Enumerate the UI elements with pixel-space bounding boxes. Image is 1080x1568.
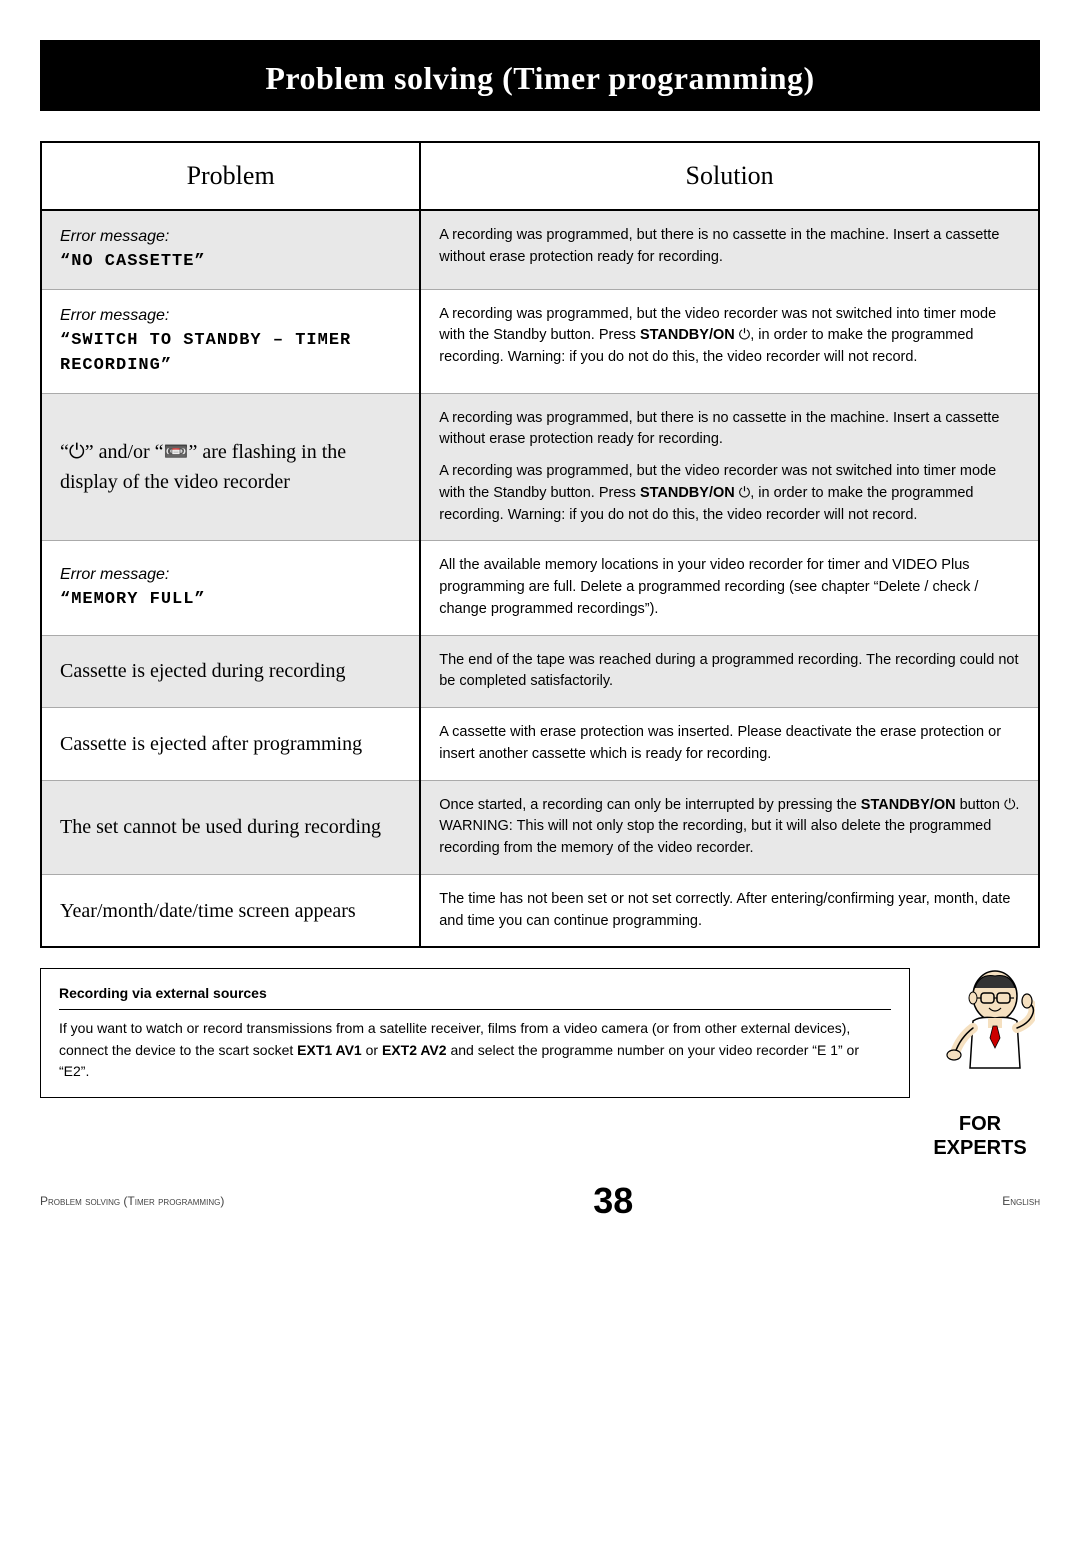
solution-text: All the available memory locations in yo… bbox=[439, 555, 1020, 620]
solution-text: Once started, a recording can only be in… bbox=[439, 795, 1020, 860]
problem-code: “Switch to Standby – Timer Recording” bbox=[60, 328, 401, 379]
problem-label: Error message: bbox=[60, 563, 401, 587]
problem-cell-cassette-ejected-programming: Cassette is ejected after programming bbox=[41, 708, 420, 781]
expert-figure: FOREXPERTS bbox=[910, 968, 1040, 1160]
problem-cell-flashing-icons: “⏻” and/or “📼” are flashing in the displ… bbox=[41, 393, 420, 541]
solution-cell-cassette-ejected-recording: The end of the tape was reached during a… bbox=[420, 635, 1039, 708]
table-row: The set cannot be used during recording O… bbox=[41, 780, 1039, 874]
problem-cell-no-cassette: Error message:“No Cassette” bbox=[41, 210, 420, 289]
table-row: Error message:“Switch to Standby – Timer… bbox=[41, 289, 1039, 393]
expert-illustration bbox=[925, 968, 1035, 1108]
table-row: Year/month/date/time screen appears The t… bbox=[41, 874, 1039, 947]
problem-cell-year-month: Year/month/date/time screen appears bbox=[41, 874, 420, 947]
problem-main: “⏻” and/or “📼” are flashing in the displ… bbox=[60, 437, 401, 497]
problem-label: Error message: bbox=[60, 304, 401, 328]
footer-right: English bbox=[1002, 1194, 1040, 1208]
solution-cell-flashing-icons: A recording was programmed, but there is… bbox=[420, 393, 1039, 541]
problem-code: “No Cassette” bbox=[60, 249, 401, 275]
solution-cell-year-month: The time has not been set or not set cor… bbox=[420, 874, 1039, 947]
solution-text: A cassette with erase protection was ins… bbox=[439, 722, 1020, 766]
page-title-bar: Problem solving (Timer programming) bbox=[40, 46, 1040, 111]
solution-cell-set-cannot-be-used: Once started, a recording can only be in… bbox=[420, 780, 1039, 874]
bottom-section: Recording via external sources If you wa… bbox=[40, 968, 1040, 1160]
solution-text: A recording was programmed, but there is… bbox=[439, 408, 1020, 452]
problem-main: Cassette is ejected during recording bbox=[60, 656, 401, 686]
footer-page-number: 38 bbox=[593, 1180, 633, 1222]
solution-text: A recording was programmed, but the vide… bbox=[439, 461, 1020, 526]
table-row: Cassette is ejected during recording The … bbox=[41, 635, 1039, 708]
solution-cell-switch-to-standby: A recording was programmed, but the vide… bbox=[420, 289, 1039, 393]
tip-box: Recording via external sources If you wa… bbox=[40, 968, 910, 1098]
solution-text: The end of the tape was reached during a… bbox=[439, 650, 1020, 694]
problem-main: The set cannot be used during recording bbox=[60, 812, 401, 842]
problem-label: Error message: bbox=[60, 225, 401, 249]
tip-box-title: Recording via external sources bbox=[59, 983, 891, 1010]
problem-col-header: Problem bbox=[41, 142, 420, 210]
problem-cell-cassette-ejected-recording: Cassette is ejected during recording bbox=[41, 635, 420, 708]
table-row: Error message:“Memory Full” All the avail… bbox=[41, 541, 1039, 635]
page-title: Problem solving (Timer programming) bbox=[70, 60, 1010, 97]
problem-main: Cassette is ejected after programming bbox=[60, 729, 401, 759]
solution-col-header: Solution bbox=[420, 142, 1039, 210]
table-row: Cassette is ejected after programming A c… bbox=[41, 708, 1039, 781]
solution-cell-cassette-ejected-programming: A cassette with erase protection was ins… bbox=[420, 708, 1039, 781]
problem-main: Year/month/date/time screen appears bbox=[60, 896, 401, 926]
solution-text: A recording was programmed, but there is… bbox=[439, 225, 1020, 269]
problem-cell-memory-full: Error message:“Memory Full” bbox=[41, 541, 420, 635]
problem-cell-set-cannot-be-used: The set cannot be used during recording bbox=[41, 780, 420, 874]
solution-cell-no-cassette: A recording was programmed, but there is… bbox=[420, 210, 1039, 289]
table-row: “⏻” and/or “📼” are flashing in the displ… bbox=[41, 393, 1039, 541]
solution-text: A recording was programmed, but the vide… bbox=[439, 304, 1020, 369]
problem-code: “Memory Full” bbox=[60, 587, 401, 613]
table-row: Error message:“No Cassette” A recording w… bbox=[41, 210, 1039, 289]
footer: Problem solving (Timer programming) 38 E… bbox=[40, 1180, 1040, 1222]
expert-label: FOREXPERTS bbox=[933, 1112, 1026, 1160]
solution-text: The time has not been set or not set cor… bbox=[439, 889, 1020, 933]
main-content-table: Problem Solution Error message:“No Casse… bbox=[40, 141, 1040, 948]
tip-box-body: If you want to watch or record transmiss… bbox=[59, 1018, 891, 1083]
footer-left: Problem solving (Timer programming) bbox=[40, 1194, 224, 1208]
problem-cell-switch-to-standby: Error message:“Switch to Standby – Timer… bbox=[41, 289, 420, 393]
solution-cell-memory-full: All the available memory locations in yo… bbox=[420, 541, 1039, 635]
